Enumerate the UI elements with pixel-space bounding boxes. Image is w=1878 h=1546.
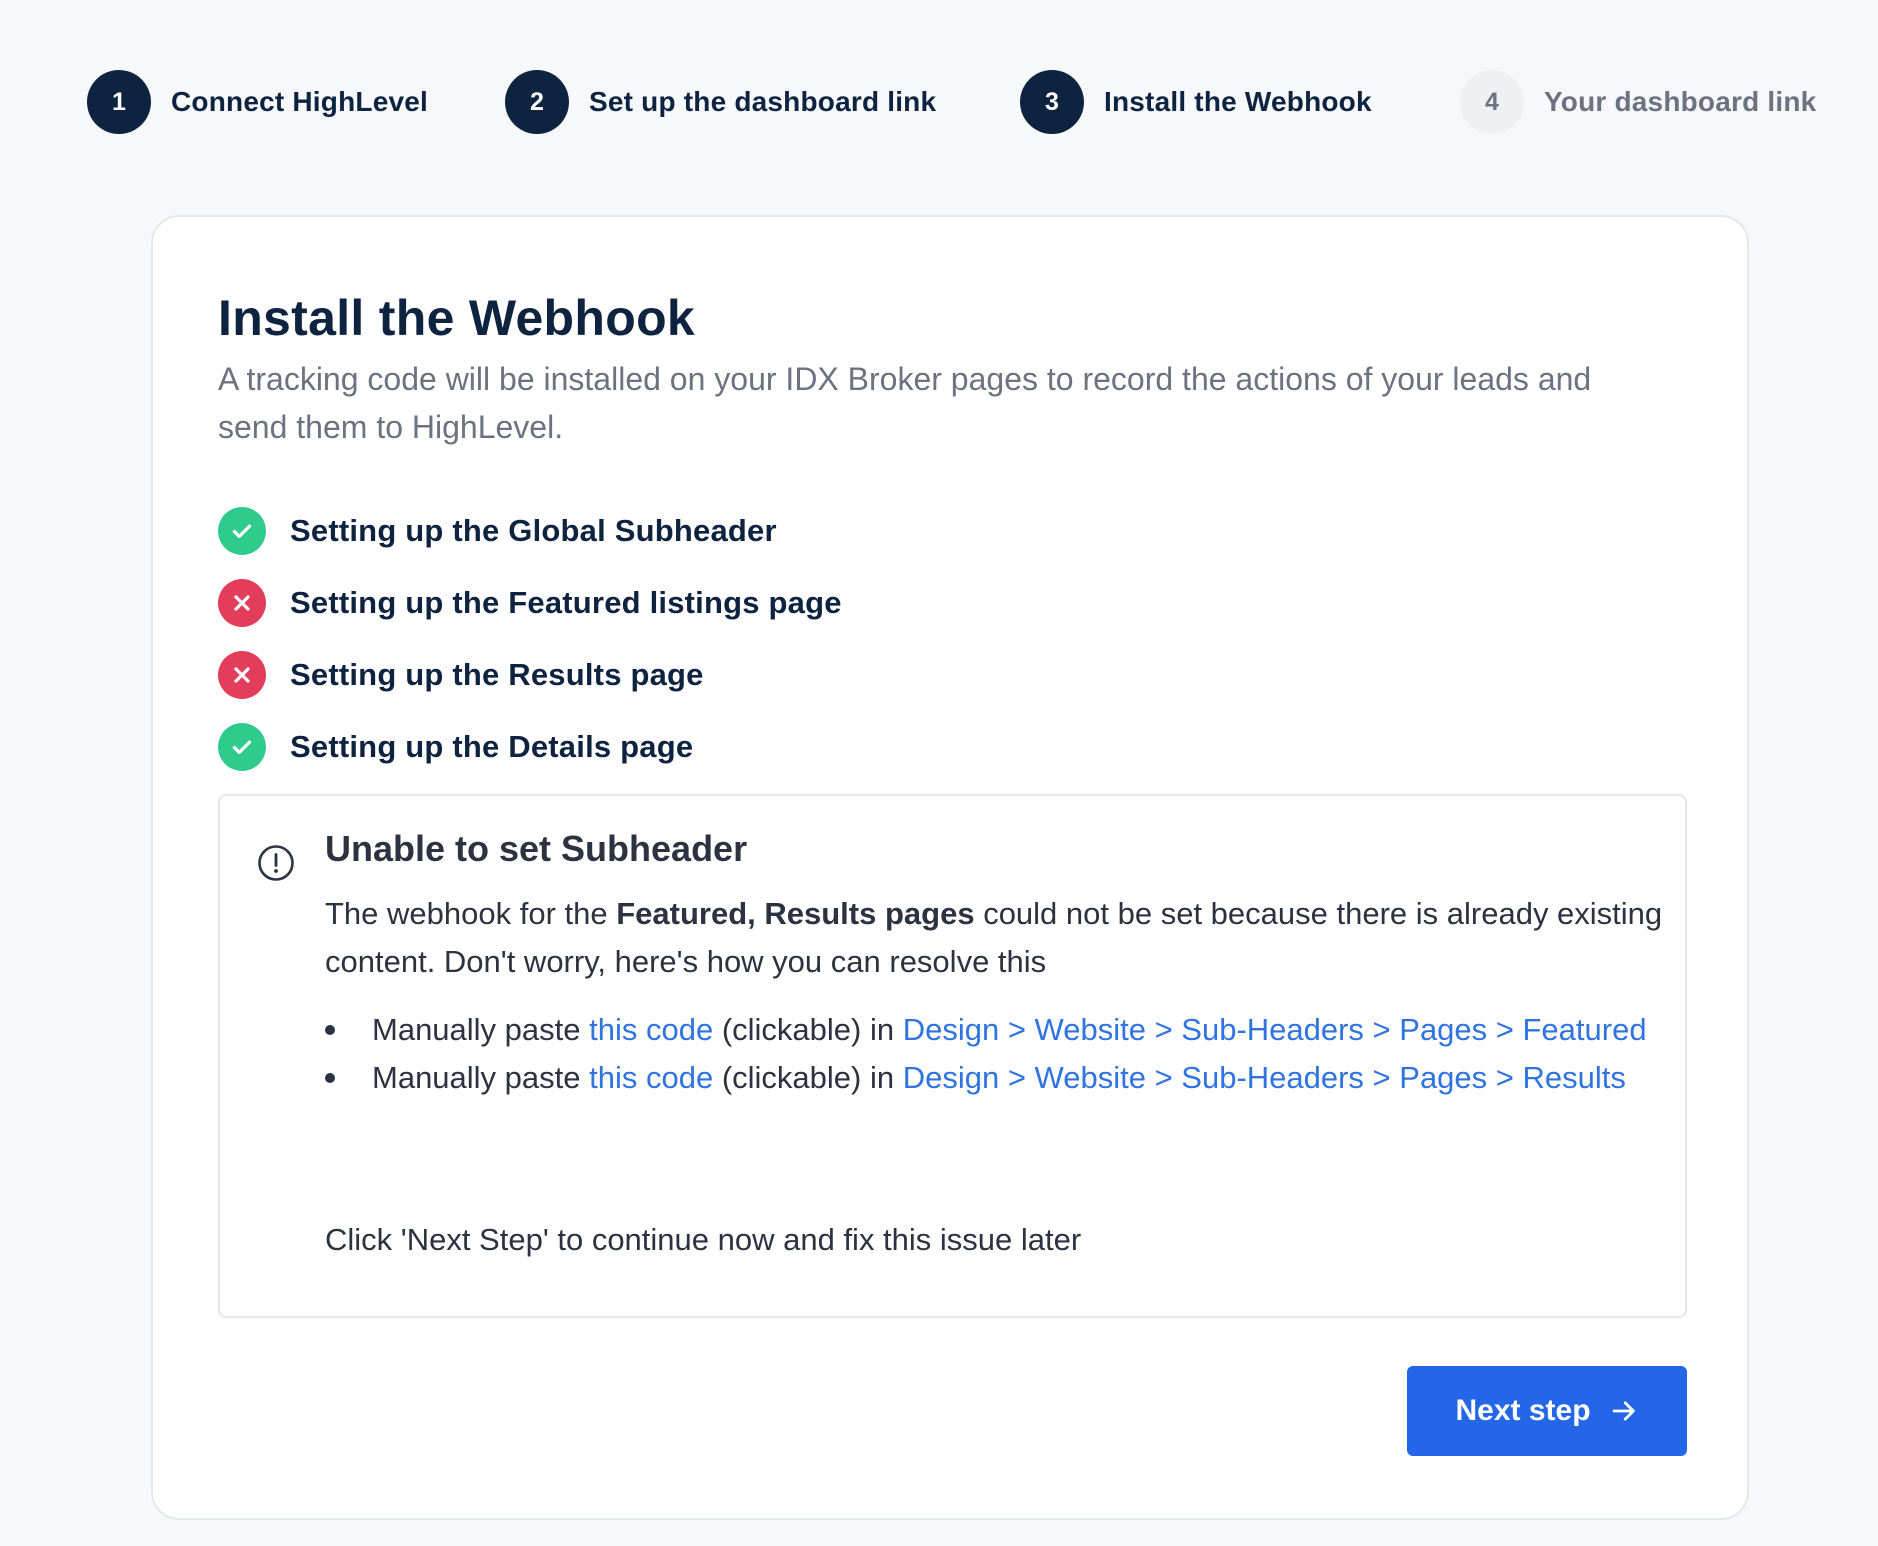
- resolution-steps: Manually paste this code (clickable) in …: [325, 1006, 1665, 1102]
- next-step-button[interactable]: Next step: [1407, 1366, 1687, 1456]
- step-middle: (clickable) in: [713, 1012, 903, 1047]
- step-middle: (clickable) in: [713, 1060, 903, 1095]
- settings-path-link[interactable]: Design > Website > Sub-Headers > Pages >…: [903, 1060, 1626, 1095]
- check-circle-icon: [218, 507, 266, 555]
- alert-body: The webhook for the Featured, Results pa…: [325, 890, 1665, 986]
- alert-title: Unable to set Subheader: [325, 828, 748, 869]
- step-label: Set up the dashboard link: [589, 86, 937, 117]
- x-circle-icon: [218, 651, 266, 699]
- checklist-item: Setting up the Global Subheader: [218, 495, 842, 567]
- check-circle-icon: [218, 723, 266, 771]
- step-prefix: Manually paste: [372, 1060, 590, 1095]
- alert-body-bold: Featured, Results pages: [616, 896, 975, 931]
- checklist-label: Setting up the Featured listings page: [290, 585, 842, 620]
- step-number: 1: [87, 70, 151, 134]
- step-number: 2: [505, 70, 569, 134]
- arrow-right-icon: [1609, 1396, 1639, 1426]
- page-description: A tracking code will be installed on you…: [218, 361, 1592, 445]
- step-3[interactable]: 3 Install the Webhook: [1020, 70, 1372, 134]
- checklist-label: Setting up the Global Subheader: [290, 513, 777, 548]
- step-4[interactable]: 4 Your dashboard link: [1460, 70, 1816, 134]
- resolution-step-featured: Manually paste this code (clickable) in …: [325, 1006, 1665, 1054]
- install-webhook-card: Install the Webhook A tracking code will…: [151, 215, 1749, 1520]
- step-2[interactable]: 2 Set up the dashboard link: [505, 70, 936, 134]
- alert-body-prefix: The webhook for the: [325, 896, 617, 931]
- copy-code-link[interactable]: this code: [589, 1012, 713, 1047]
- settings-path-link[interactable]: Design > Website > Sub-Headers > Pages >…: [903, 1012, 1647, 1047]
- checklist-item: Setting up the Details page: [218, 711, 842, 783]
- step-label: Your dashboard link: [1544, 86, 1817, 117]
- alert-footer-note: Click 'Next Step' to continue now and fi…: [325, 1222, 1082, 1257]
- step-number: 3: [1020, 70, 1084, 134]
- checklist-item: Setting up the Results page: [218, 639, 842, 711]
- info-circle-icon: [257, 844, 295, 882]
- setup-checklist: Setting up the Global Subheader Setting …: [218, 495, 842, 783]
- resolution-step-results: Manually paste this code (clickable) in …: [325, 1054, 1665, 1102]
- step-1[interactable]: 1 Connect HighLevel: [87, 70, 428, 134]
- checklist-item: Setting up the Featured listings page: [218, 567, 842, 639]
- x-circle-icon: [218, 579, 266, 627]
- next-step-label: Next step: [1455, 1394, 1591, 1427]
- copy-code-link[interactable]: this code: [589, 1060, 713, 1095]
- step-label: Connect HighLevel: [171, 86, 428, 117]
- bullet-dot: [325, 1073, 335, 1083]
- checklist-label: Setting up the Results page: [290, 657, 704, 692]
- stepper: 1 Connect HighLevel 2 Set up the dashboa…: [0, 0, 1878, 210]
- step-label: Install the Webhook: [1104, 86, 1372, 117]
- step-number: 4: [1460, 70, 1524, 134]
- page-title: Install the Webhook: [218, 290, 696, 346]
- bullet-dot: [325, 1025, 335, 1035]
- checklist-label: Setting up the Details page: [290, 729, 694, 764]
- subheader-warning-alert: Unable to set Subheader The webhook for …: [218, 794, 1687, 1318]
- step-prefix: Manually paste: [372, 1012, 590, 1047]
